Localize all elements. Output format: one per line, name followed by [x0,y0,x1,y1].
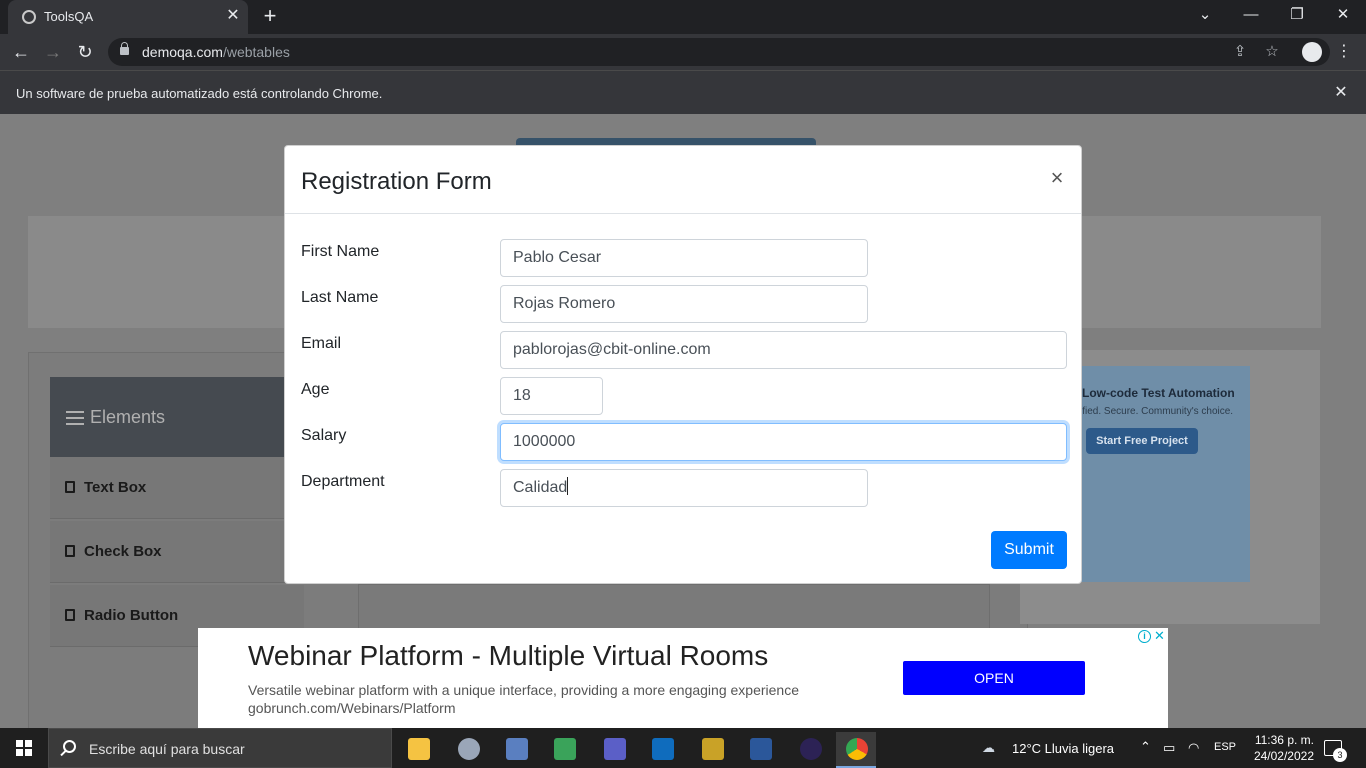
email-label: Email [301,335,342,352]
tab-close-icon[interactable]: ✕ [224,6,242,26]
search-icon [63,740,76,753]
url-domain: demoqa.com [142,44,223,60]
weather-text[interactable]: 12°C Lluvia ligera [1012,741,1114,756]
infobar-close-icon[interactable]: ✕ [1330,82,1352,104]
text-caret [567,477,569,495]
url-text[interactable]: demoqa.com/webtables [142,44,290,60]
ad-url[interactable]: gobrunch.com/Webinars/Platform [248,700,456,716]
tab-strip: ToolsQA ✕ + ⌄ — ❐ ✕ [0,0,1366,34]
windows-start-icon[interactable] [16,740,32,756]
file-explorer-icon[interactable] [398,732,438,768]
minimize-icon[interactable]: — [1228,0,1274,30]
item-icon [65,481,75,493]
teams-icon[interactable] [594,732,634,768]
back-icon[interactable]: ← [8,39,34,65]
age-label: Age [301,381,330,398]
outlook-icon[interactable] [642,732,682,768]
salary-label: Salary [301,427,347,444]
first-name-input[interactable]: Pablo Cesar [500,239,868,277]
chevron-up-icon[interactable]: ⌃ [1140,739,1151,755]
age-input[interactable]: 18 [500,377,603,415]
windows-taskbar: Escribe aquí para buscar ☁ 12°C Lluvia l… [0,728,1366,768]
ad-open-button[interactable]: OPEN [903,661,1085,695]
taskbar-search-input[interactable]: Escribe aquí para buscar [48,728,392,768]
first-name-label: First Name [301,243,380,260]
forward-icon[interactable]: → [40,39,66,65]
menu-icon[interactable]: ⋮ [1331,39,1357,65]
restore-icon[interactable]: ❐ [1274,0,1320,30]
infobar-text: Un software de prueba automatizado está … [16,86,383,101]
app-icon-4[interactable] [544,732,584,768]
lock-icon[interactable] [120,42,129,57]
submit-button[interactable]: Submit [991,531,1067,569]
item-icon [65,609,75,621]
address-bar[interactable]: demoqa.com/webtables ⇪ ☆ [108,38,1330,66]
bottom-advertisement[interactable]: Webinar Platform - Multiple Virtual Room… [198,628,1168,728]
notification-badge: 3 [1333,748,1347,762]
ad-info-icon[interactable]: i [1138,630,1151,643]
ad-start-button[interactable]: Start Free Project [1086,428,1198,454]
ad-creative: Low-code Test Automation ified. Secure. … [1078,366,1250,582]
profile-icon[interactable] [1302,42,1322,62]
ad-headline[interactable]: Webinar Platform - Multiple Virtual Room… [248,640,768,672]
last-name-input[interactable]: Rojas Romero [500,285,868,323]
department-value: Calidad [513,479,568,496]
tab-title: ToolsQA [44,9,94,24]
salary-input[interactable]: 1000000 [500,423,1067,461]
sidebar-item-text-box[interactable]: Text Box [50,457,304,519]
registration-modal: Registration Form × First Name Pablo Ces… [284,145,1082,584]
ad-subtitle: ified. Secure. Community's choice. [1080,406,1234,417]
share-icon[interactable]: ⇪ [1230,42,1250,62]
reload-icon[interactable]: ↻ [72,39,98,65]
hamburger-icon [66,411,84,425]
app-icon-3[interactable] [496,732,536,768]
battery-icon[interactable]: ▭ [1163,740,1175,756]
automation-infobar: Un software de prueba automatizado está … [0,70,1366,114]
clock[interactable]: 11:36 p. m. 24/02/2022 [1244,732,1314,764]
sidebar-item-label: Text Box [84,479,147,496]
modal-header: Registration Form × [285,146,1081,214]
item-icon [65,545,75,557]
app-icon-7[interactable] [692,732,732,768]
sidebar-group-label: Elements [90,407,166,427]
globe-icon [22,10,36,24]
clock-time: 11:36 p. m. [1254,733,1314,747]
ad-description: Versatile webinar platform with a unique… [248,682,799,698]
url-path: /webtables [222,44,290,60]
wifi-icon[interactable]: ◠ [1188,740,1199,756]
last-name-label: Last Name [301,289,379,306]
email-value: pablorojas@cbit-online.com [513,341,711,358]
browser-tab[interactable]: ToolsQA ✕ [8,0,248,34]
word-icon[interactable] [740,732,780,768]
window-close-icon[interactable]: ✕ [1320,0,1366,30]
language-indicator[interactable]: ESP [1214,741,1236,753]
bookmark-star-icon[interactable]: ☆ [1262,42,1282,62]
tab-search-icon[interactable]: ⌄ [1182,0,1228,30]
sidebar-item-label: Check Box [84,543,162,560]
sidebar-item-check-box[interactable]: Check Box [50,521,304,583]
chrome-icon[interactable] [836,732,876,768]
app-icon-2[interactable] [448,732,488,768]
email-input[interactable]: pablorojas@cbit-online.com [500,331,1067,369]
sidebar-item-label: Radio Button [84,607,179,624]
close-icon[interactable]: × [1045,164,1069,192]
eclipse-icon[interactable] [790,732,830,768]
department-label: Department [301,473,385,490]
age-value: 18 [513,387,531,404]
salary-value: 1000000 [513,433,576,450]
department-input[interactable]: Calidad [500,469,868,507]
ad-title: Low-code Test Automation [1082,386,1235,400]
first-name-value: Pablo Cesar [513,249,602,266]
cloud-icon: ☁ [982,740,995,755]
search-placeholder: Escribe aquí para buscar [89,741,245,757]
new-tab-icon[interactable]: + [258,4,282,28]
modal-title: Registration Form [301,168,492,195]
browser-toolbar: ← → ↻ demoqa.com/webtables ⇪ ☆ ⋮ [0,34,1366,70]
sidebar-group-elements[interactable]: Elements [50,377,304,457]
clock-date: 24/02/2022 [1253,749,1314,763]
last-name-value: Rojas Romero [513,295,616,312]
ad-close-icon[interactable]: ✕ [1153,628,1166,643]
